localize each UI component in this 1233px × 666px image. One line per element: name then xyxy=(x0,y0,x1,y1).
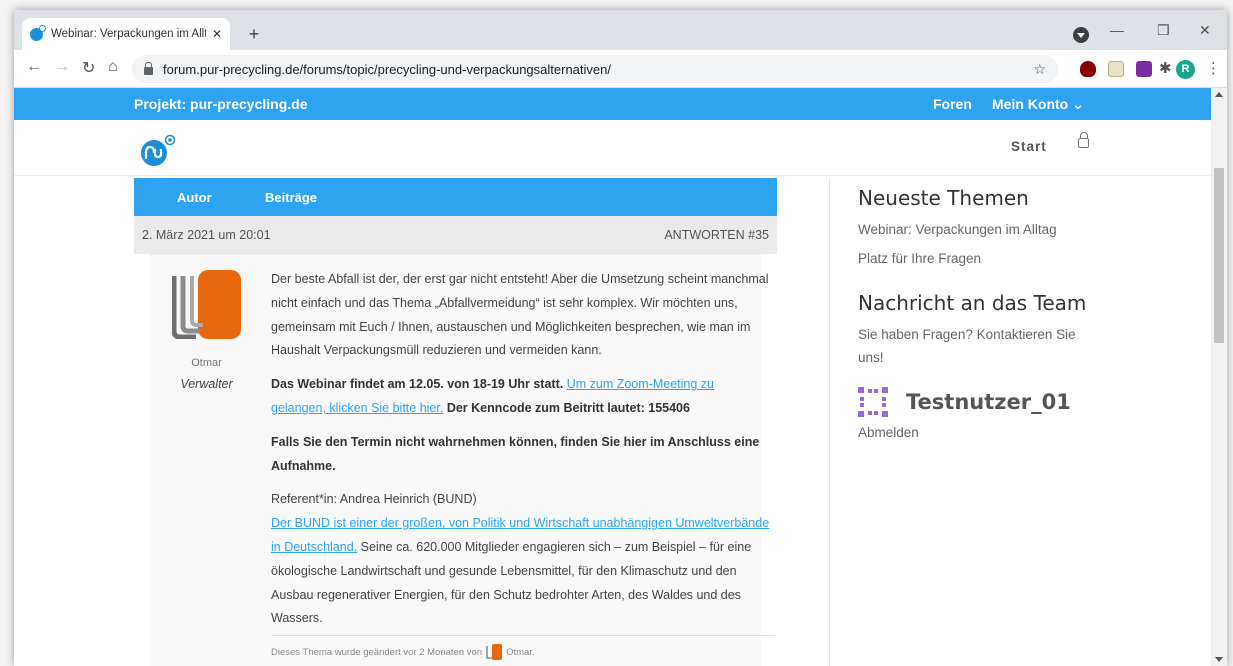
latest-topics-heading: Neueste Themen xyxy=(858,186,1029,210)
web-page: Projekt: pur-precycling.de Foren Mein Ko… xyxy=(14,88,1211,666)
user-identicon-icon[interactable] xyxy=(858,387,888,417)
nav-foren-link[interactable]: Foren xyxy=(933,96,972,112)
latest-topic-link-2[interactable]: Platz für Ihre Fragen xyxy=(858,251,1118,266)
post-paragraph-4: Referent*in: Andrea Heinrich (BUND) Der B… xyxy=(271,488,771,631)
extensions-puzzle-icon[interactable]: ✱ xyxy=(1159,59,1172,77)
tab-search-icon[interactable] xyxy=(1073,27,1089,43)
close-window-icon[interactable]: ✕ xyxy=(1199,22,1211,39)
ublock-extension-icon[interactable] xyxy=(1080,61,1096,77)
column-posts: Beiträge xyxy=(265,190,318,205)
referent-text: Referent*in: Andrea Heinrich (BUND) xyxy=(271,492,477,507)
lock-icon xyxy=(144,62,153,75)
contact-text[interactable]: Sie haben Fragen? Kontaktieren Sie uns! xyxy=(858,323,1088,369)
scroll-up-icon[interactable] xyxy=(1215,92,1223,97)
column-author: Autor xyxy=(177,190,212,205)
changed-text: Dieses Thema wurde geändert vor 2 Monate… xyxy=(271,646,483,658)
onenote-extension-icon[interactable] xyxy=(1136,61,1152,77)
reload-icon[interactable]: ↻ xyxy=(82,58,95,78)
page-scrollbar[interactable] xyxy=(1211,88,1227,666)
forum-post: Otmar Verwalter Der beste Abfall ist der… xyxy=(150,254,775,666)
tab-close-icon[interactable]: ✕ xyxy=(212,27,222,41)
post-paragraph-3: Falls Sie den Termin nicht wahrnehmen kö… xyxy=(271,431,771,479)
latest-topic-link-1[interactable]: Webinar: Verpackungen im Alltag xyxy=(858,222,1118,237)
post-paragraph-1: Der beste Abfall ist der, der erst gar n… xyxy=(271,272,769,358)
topic-changed-note: Dieses Thema wurde geändert vor 2 Monate… xyxy=(271,644,535,660)
back-arrow-icon[interactable]: ← xyxy=(26,58,42,76)
bookmark-star-icon[interactable]: ☆ xyxy=(1033,61,1046,78)
pur-logo-icon[interactable] xyxy=(138,133,176,167)
site-favicon-icon xyxy=(30,24,46,41)
nav-mein-konto-link[interactable]: Mein Konto ⌄ xyxy=(992,96,1084,113)
logout-link[interactable]: Abmelden xyxy=(858,425,1118,440)
browser-tab[interactable]: Webinar: Verpackungen im Alltag ✕ xyxy=(22,18,230,50)
post-meta: 2. März 2021 um 20:01 ANTWORTEN #35 xyxy=(134,216,777,254)
post-paragraph-2: Das Webinar findet am 12.05. von 18-19 U… xyxy=(271,373,771,421)
browser-window: Webinar: Verpackungen im Alltag ✕ + — ❐ … xyxy=(14,10,1227,666)
login-lock-icon[interactable] xyxy=(1078,132,1089,148)
author-name[interactable]: Otmar xyxy=(150,357,263,369)
address-bar[interactable]: forum.pur-precycling.de/forums/topic/pre… xyxy=(132,55,1058,83)
forum-topic: Autor Beiträge 2. März 2021 um 20:01 ANT… xyxy=(134,178,777,666)
project-label: Projekt: pur-precycling.de xyxy=(134,96,308,112)
scrollbar-thumb[interactable] xyxy=(1214,168,1224,343)
reply-link[interactable]: ANTWORTEN #35 xyxy=(664,228,769,242)
sidebar-divider xyxy=(829,178,830,666)
home-icon[interactable]: ⌂ xyxy=(108,58,118,76)
post-divider xyxy=(271,635,775,636)
tab-title: Webinar: Verpackungen im Alltag xyxy=(51,28,206,40)
url-text: forum.pur-precycling.de/forums/topic/pre… xyxy=(163,61,611,77)
minimize-icon[interactable]: — xyxy=(1110,22,1124,38)
author-avatar[interactable] xyxy=(172,270,241,339)
message-team-heading: Nachricht an das Team xyxy=(858,291,1087,315)
browser-toolbar: ← → ↻ ⌂ forum.pur-precycling.de/forums/t… xyxy=(14,50,1227,88)
profile-avatar[interactable]: R xyxy=(1176,60,1195,79)
editor-avatar[interactable] xyxy=(486,644,503,660)
new-tab-button[interactable]: + xyxy=(242,23,266,47)
recording-text: Falls Sie den Termin nicht wahrnehmen kö… xyxy=(271,434,760,473)
sidebar: Neueste Themen Webinar: Verpackungen im … xyxy=(858,178,1118,440)
site-header: Start xyxy=(14,120,1211,176)
top-bar: Projekt: pur-precycling.de Foren Mein Ko… xyxy=(14,88,1211,120)
menu-dots-icon[interactable]: ⋮ xyxy=(1206,59,1221,77)
nav-start-link[interactable]: Start xyxy=(1011,139,1047,154)
editor-name-link[interactable]: Otmar. xyxy=(506,647,535,658)
webinar-date-text: Das Webinar findet am 12.05. von 18-19 U… xyxy=(271,377,564,392)
forward-arrow-icon[interactable]: → xyxy=(54,58,70,76)
maximize-icon[interactable]: ❐ xyxy=(1157,22,1170,39)
username[interactable]: Testnutzer_01 xyxy=(906,390,1071,414)
post-body: Der beste Abfall ist der, der erst gar n… xyxy=(271,268,771,631)
passcode-text: Der Kenncode zum Beitritt lautet: 155406 xyxy=(446,400,690,415)
scroll-down-icon[interactable] xyxy=(1215,657,1223,662)
author-role: Verwalter xyxy=(180,377,233,391)
user-box: Testnutzer_01 xyxy=(858,387,1118,417)
tab-strip: Webinar: Verpackungen im Alltag ✕ + — ❐ … xyxy=(14,10,1227,50)
forum-header: Autor Beiträge xyxy=(134,178,777,216)
post-date: 2. März 2021 um 20:01 xyxy=(142,228,271,242)
notes-extension-icon[interactable] xyxy=(1108,61,1124,77)
